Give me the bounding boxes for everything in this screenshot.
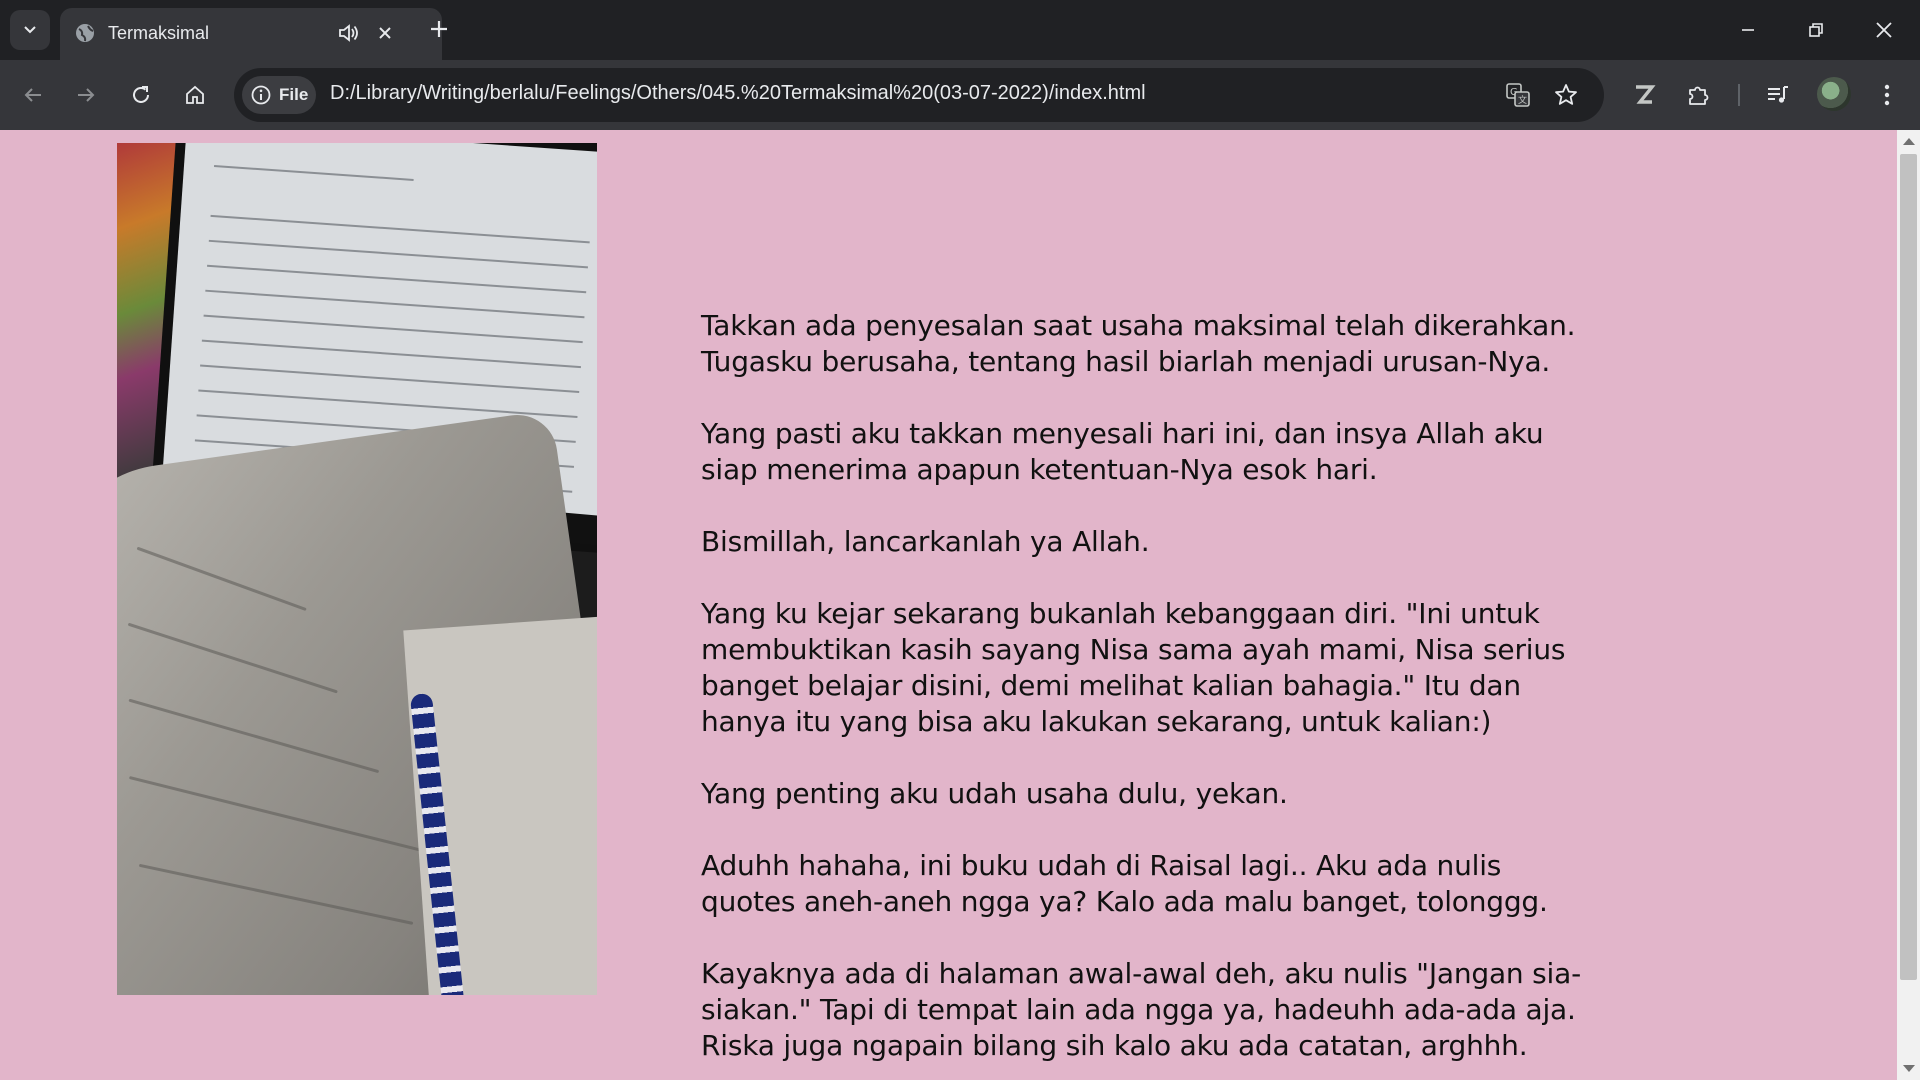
paragraph-4: Yang ku kejar sekarang bukanlah kebangga… (701, 597, 1566, 738)
translate-icon: G 文 (1506, 83, 1530, 107)
chevron-down-icon (24, 26, 36, 34)
paragraph-5: Yang penting aku udah usaha dulu, yekan. (701, 777, 1288, 810)
scrollbar-thumb[interactable] (1900, 154, 1917, 980)
kebab-menu-icon (1884, 84, 1890, 106)
svg-text:文: 文 (1518, 94, 1527, 106)
paragraph-2: Yang pasti aku takkan menyesali hari ini… (701, 417, 1544, 486)
home-icon (186, 85, 204, 104)
site-info-chip[interactable]: File (242, 76, 316, 114)
tab-search-button[interactable] (10, 10, 50, 50)
translate-button[interactable]: G 文 (1504, 81, 1532, 109)
close-icon (1876, 22, 1892, 38)
scroll-down-arrow[interactable] (1903, 1065, 1915, 1072)
extensions-button[interactable] (1681, 77, 1717, 113)
forward-button[interactable] (68, 77, 104, 113)
toolbar-separator (1738, 84, 1740, 106)
profile-avatar[interactable] (1817, 77, 1851, 111)
browser-toolbar: File D:/Library/Writing/berlalu/Feelings… (0, 60, 1920, 130)
minimize-button[interactable] (1726, 12, 1770, 48)
globe-icon (76, 24, 94, 42)
close-icon (379, 27, 391, 39)
extension-z-button[interactable] (1626, 77, 1662, 113)
vertical-scrollbar[interactable] (1897, 130, 1920, 1080)
z-extension-icon (1636, 85, 1656, 104)
address-bar[interactable]: File D:/Library/Writing/berlalu/Feelings… (234, 68, 1604, 122)
home-button[interactable] (177, 77, 213, 113)
paragraph-6: Aduhh hahaha, ini buku udah di Raisal la… (701, 849, 1548, 918)
arrow-left-icon (24, 88, 41, 102)
paragraph-3: Bismillah, lancarkanlah ya Allah. (701, 525, 1150, 558)
menu-button[interactable] (1869, 77, 1905, 113)
scroll-up-arrow[interactable] (1903, 138, 1915, 145)
poem-text: Takkan ada penyesalan saat usaha maksima… (701, 308, 1601, 1080)
study-photo (117, 143, 597, 995)
close-window-button[interactable] (1862, 12, 1906, 48)
paragraph-7: Kayaknya ada di halaman awal-awal deh, a… (701, 957, 1581, 1062)
back-button[interactable] (15, 77, 51, 113)
bookmark-button[interactable] (1552, 81, 1580, 109)
puzzle-icon (1689, 86, 1709, 105)
plus-icon (431, 21, 447, 37)
page-viewport: Takkan ada penyesalan saat usaha maksima… (0, 130, 1897, 1080)
tab-strip: Termaksimal (0, 0, 1920, 60)
media-controls-button[interactable] (1760, 77, 1796, 113)
restore-icon (1809, 23, 1823, 37)
reload-icon (133, 86, 149, 103)
tab-close-button[interactable] (372, 20, 398, 46)
new-tab-button[interactable] (424, 14, 454, 44)
active-tab[interactable]: Termaksimal (60, 8, 442, 60)
arrow-right-icon (78, 88, 95, 102)
url-text[interactable]: D:/Library/Writing/berlalu/Feelings/Othe… (330, 82, 1146, 105)
tab-title: Termaksimal (108, 23, 210, 43)
info-icon (251, 85, 271, 105)
star-icon (1555, 84, 1577, 105)
reload-button[interactable] (123, 77, 159, 113)
speaker-icon[interactable] (336, 20, 362, 46)
queue-music-icon (1768, 86, 1788, 103)
restore-button[interactable] (1794, 12, 1838, 48)
site-chip-label: File (279, 85, 309, 104)
paragraph-1: Takkan ada penyesalan saat usaha maksima… (701, 309, 1576, 378)
minimize-icon (1742, 29, 1754, 31)
